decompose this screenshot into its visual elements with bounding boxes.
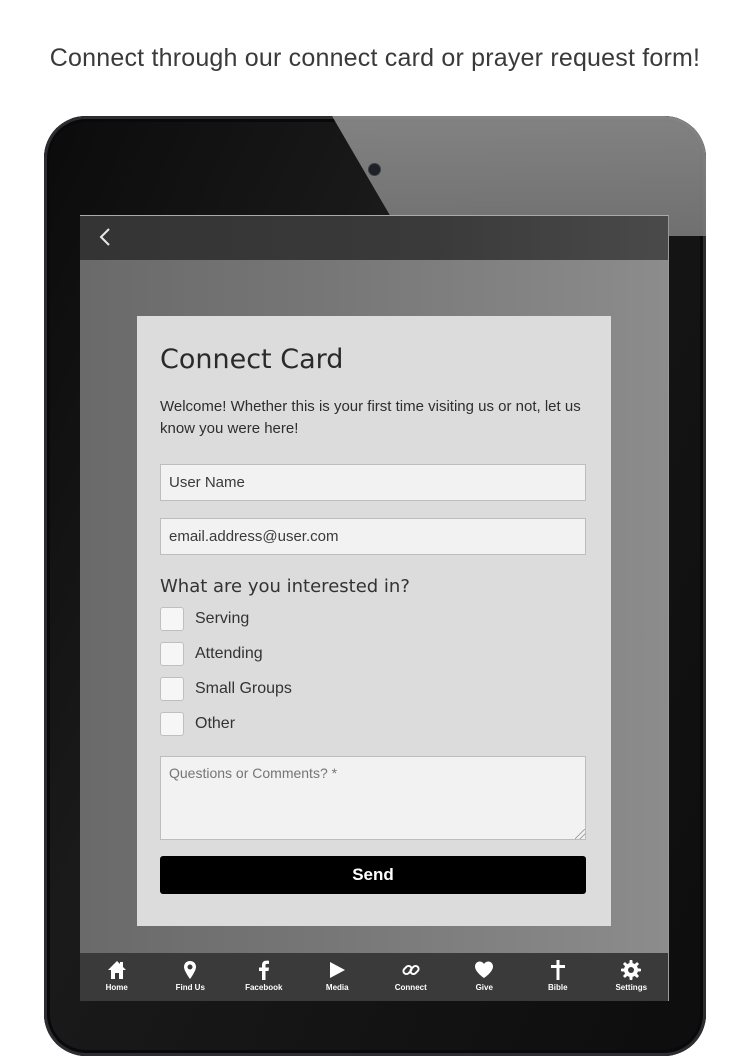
page-headline: Connect through our connect card or pray… xyxy=(49,44,701,72)
chevron-left-icon xyxy=(99,228,110,246)
send-button[interactable]: Send xyxy=(160,856,586,894)
tab-home[interactable]: Home xyxy=(80,953,154,1001)
facebook-icon xyxy=(258,960,269,980)
camera-icon xyxy=(369,164,380,175)
option-attending[interactable]: Attending xyxy=(160,641,263,667)
tab-connect[interactable]: Connect xyxy=(374,953,448,1001)
tab-settings-label: Settings xyxy=(615,983,648,992)
gear-icon xyxy=(621,960,642,980)
top-bar xyxy=(80,216,668,260)
home-icon xyxy=(107,961,126,979)
tab-bible[interactable]: Bible xyxy=(521,953,595,1001)
comments-textarea[interactable] xyxy=(160,756,586,840)
tab-home-label: Home xyxy=(105,983,128,992)
connect-card: Connect Card Welcome! Whether this is yo… xyxy=(137,316,611,926)
tab-give[interactable]: Give xyxy=(448,953,522,1001)
back-button[interactable] xyxy=(92,222,122,252)
small-groups-checkbox[interactable] xyxy=(160,677,184,701)
name-field[interactable]: User Name xyxy=(160,464,586,501)
map-pin-icon xyxy=(184,961,197,979)
tab-settings[interactable]: Settings xyxy=(595,953,669,1001)
tab-bar: Home Find Us Facebook Media Connect Give… xyxy=(80,953,668,1001)
tab-media[interactable]: Media xyxy=(301,953,375,1001)
card-title: Connect Card xyxy=(160,344,344,375)
heart-icon xyxy=(475,961,494,978)
tab-facebook[interactable]: Facebook xyxy=(227,953,301,1001)
tab-media-label: Media xyxy=(325,983,349,992)
play-icon xyxy=(330,962,346,978)
link-icon xyxy=(402,964,420,976)
tab-connect-label: Connect xyxy=(394,983,427,992)
small-groups-label: Small Groups xyxy=(195,680,292,697)
option-other[interactable]: Other xyxy=(160,711,235,737)
email-field[interactable]: email.address@user.com xyxy=(160,518,586,555)
option-serving[interactable]: Serving xyxy=(160,606,249,632)
tab-facebook-label: Facebook xyxy=(245,983,283,992)
attending-label: Attending xyxy=(195,645,263,662)
option-small-groups[interactable]: Small Groups xyxy=(160,676,292,702)
cross-icon xyxy=(550,960,565,980)
interest-question: What are you interested in? xyxy=(160,576,410,597)
attending-checkbox[interactable] xyxy=(160,642,184,666)
resize-grip-icon[interactable] xyxy=(575,829,585,839)
tab-find-us[interactable]: Find Us xyxy=(154,953,228,1001)
other-checkbox[interactable] xyxy=(160,712,184,736)
card-intro: Welcome! Whether this is your first time… xyxy=(160,398,581,437)
tab-give-label: Give xyxy=(475,983,493,992)
tab-find-us-label: Find Us xyxy=(175,983,205,992)
tab-bible-label: Bible xyxy=(547,983,568,992)
app-screen: Connect Card Welcome! Whether this is yo… xyxy=(80,215,669,1001)
serving-checkbox[interactable] xyxy=(160,607,184,631)
other-label: Other xyxy=(195,715,236,732)
serving-label: Serving xyxy=(195,610,250,627)
